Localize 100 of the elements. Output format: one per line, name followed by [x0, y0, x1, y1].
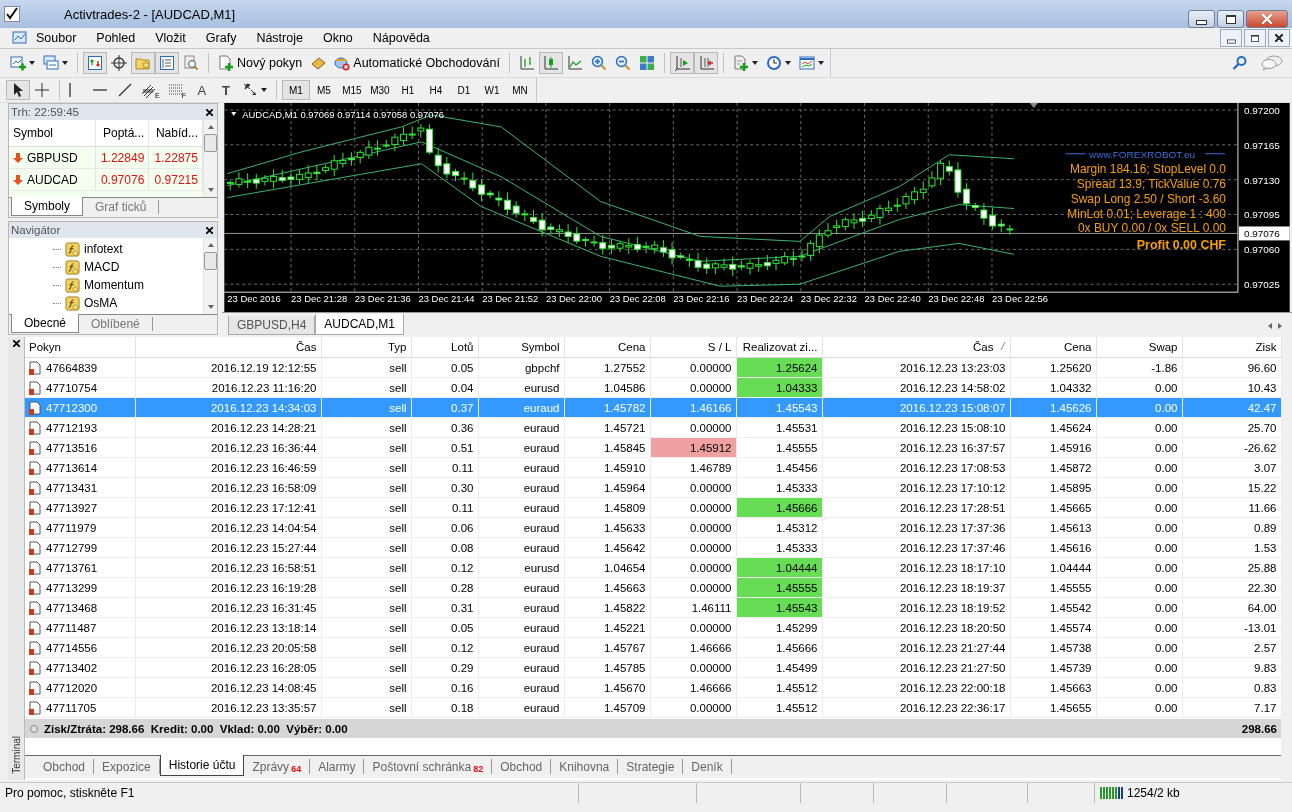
tab[interactable]: Obecné: [11, 314, 80, 333]
tab[interactable]: Strategie: [618, 759, 684, 774]
column-header[interactable]: Čas: [822, 337, 1010, 358]
menu-item[interactable]: Pohled: [85, 31, 145, 45]
table-cell: 96.60: [1182, 357, 1281, 378]
menu-item[interactable]: Nápověda: [361, 31, 439, 45]
table-row[interactable]: 47713299 2016.12.23 16:19:28 sell 0.28 euraud 1.45663 0.00000 1.45555 2016.12.23 18:19:37 1.45555 0.00 22.30: [25, 577, 1281, 598]
table-row[interactable]: 47712020 2016.12.23 14:08:45 sell 0.16 euraud 1.45670 1.46666 1.45512 2016.12.23 22:00:18 1.45663 0.00 0.83: [25, 677, 1281, 698]
chat-icon[interactable]: [1260, 55, 1284, 71]
table-cell: 1.45642: [564, 537, 650, 558]
column-header[interactable]: Swap: [1096, 337, 1182, 358]
tab[interactable]: Graf ticků: [83, 200, 160, 214]
chart-tab[interactable]: GBPUSD,H4: [228, 316, 316, 335]
column-header[interactable]: Symbol: [9, 120, 96, 146]
table-row[interactable]: 47713468 2016.12.23 16:31:45 sell 0.31 euraud 1.45822 1.46111 1.45543 2016.12.23 18:19:52 1.45542 0.00 64.00: [25, 597, 1281, 618]
column-header[interactable]: Cena: [564, 337, 650, 358]
toolbar-button[interactable]: Automatické Obchodování: [330, 52, 504, 74]
period-button[interactable]: W1: [477, 80, 506, 100]
text-tool-button[interactable]: A: [189, 80, 214, 100]
table-cell: 0.30: [411, 477, 478, 498]
column-header[interactable]: Nabíd...: [149, 120, 203, 146]
table-row[interactable]: 47711487 2016.12.23 13:18:14 sell 0.05 euraud 1.45221 0.00000 1.45299 2016.12.23 18:20:50 1.45574 0.00 -13.01: [25, 617, 1281, 638]
cursor-button[interactable]: [6, 80, 30, 100]
table-row[interactable]: 47711979 2016.12.23 14:04:54 sell 0.06 euraud 1.45633 0.00000 1.45312 2016.12.23 17:37:36 1.45613 0.00 0.89: [25, 517, 1281, 538]
menu-item[interactable]: Soubor: [28, 31, 86, 45]
period-button[interactable]: H1: [393, 80, 422, 100]
table-row[interactable]: 47713614 2016.12.23 16:46:59 sell 0.11 euraud 1.45910 1.46789 1.45456 2016.12.23 17:08:53 1.45872 0.00 3.07: [25, 457, 1281, 478]
table-row[interactable]: 47714556 2016.12.23 20:05:58 sell 0.12 euraud 1.45767 1.46666 1.45666 2016.12.23 21:27:44 1.45738 0.00 2.57: [25, 637, 1281, 658]
restore-button[interactable]: [1244, 29, 1266, 47]
tab[interactable]: Symboly: [11, 197, 83, 216]
column-header[interactable]: Pokyn: [25, 337, 135, 358]
column-header[interactable]: Realizovat zi...: [736, 337, 822, 358]
table-row[interactable]: 47711705 2016.12.23 13:35:57 sell 0.18 euraud 1.45709 0.00000 1.45512 2016.12.23 22:36:17 1.45655 0.00 7.17: [25, 697, 1281, 718]
table-row[interactable]: 47712193 2016.12.23 14:28:21 sell 0.36 euraud 1.45721 0.00000 1.45531 2016.12.23 15:08:10 1.45624 0.00 25.70: [25, 417, 1281, 438]
quotes-button[interactable]: [83, 52, 107, 74]
tree-item[interactable]: OsMA: [84, 296, 118, 310]
search-icon[interactable]: [1232, 55, 1248, 71]
table-cell: 2016.12.23 18:17:10: [822, 557, 1010, 578]
period-button[interactable]: M15: [337, 80, 366, 100]
chart-tab[interactable]: AUDCAD,M1: [315, 314, 405, 335]
table-row[interactable]: 47713402 2016.12.23 16:28:05 sell 0.29 euraud 1.45785 0.00000 1.45499 2016.12.23 21:27:50 1.45739 0.00 9.83: [25, 657, 1281, 678]
close-icon[interactable]: [206, 226, 213, 234]
tab[interactable]: Historie účtu: [159, 755, 245, 776]
panel-button[interactable]: [155, 52, 179, 74]
period-button[interactable]: M30: [365, 80, 394, 100]
period-button[interactable]: D1: [449, 80, 478, 100]
table-row[interactable]: 47713927 2016.12.23 17:12:41 sell 0.11 euraud 1.45809 0.00000 1.45666 2016.12.23 17:28:51 1.45665 0.00 11.66: [25, 497, 1281, 518]
tab[interactable]: Alarmy: [310, 759, 365, 774]
menu-item[interactable]: Grafy: [194, 31, 246, 45]
table-row[interactable]: 47712799 2016.12.23 15:27:44 sell 0.08 euraud 1.45642 0.00000 1.45333 2016.12.23 17:37:46 1.45616 0.00 1.53: [25, 537, 1281, 558]
tab[interactable]: Poštovní schránka 82: [364, 759, 493, 774]
period-button[interactable]: MN: [505, 80, 534, 100]
candlestick-button[interactable]: [538, 52, 563, 74]
period-button[interactable]: M5: [309, 80, 338, 100]
tree-item[interactable]: infotext: [84, 242, 123, 256]
menu-item[interactable]: Okno: [311, 31, 362, 45]
tree-item[interactable]: MACD: [84, 260, 120, 274]
folder-star-button[interactable]: [131, 52, 155, 74]
tab[interactable]: Zprávy 64: [244, 759, 311, 774]
tab-scroll-arrows-icon[interactable]: [1268, 323, 1282, 329]
tab[interactable]: Oblíbené: [79, 317, 153, 331]
minimize-button[interactable]: [1188, 10, 1215, 28]
autoscroll-button[interactable]: [669, 52, 694, 74]
close-button[interactable]: [1268, 29, 1290, 47]
table-row[interactable]: 47664839 2016.12.19 12:12:55 sell 0.05 gbpchf 1.27552 0.00000 1.25624 2016.12.23 13:23:03 1.25620 -1.86 96.60: [25, 357, 1281, 378]
table-row[interactable]: 47710754 2016.12.23 11:16:20 sell 0.04 eurusd 1.04586 0.00000 1.04333 2016.12.23 14:58:02 1.04332 0.00 10.43: [25, 377, 1281, 398]
tab[interactable]: Obchod: [35, 759, 95, 774]
shift-marker-icon[interactable]: [1029, 103, 1038, 108]
period-button[interactable]: H4: [421, 80, 450, 100]
table-row[interactable]: 47713431 2016.12.23 16:58:09 sell 0.30 euraud 1.45964 0.00000 1.45333 2016.12.23 17:10:12 1.45895 0.00 15.22: [25, 477, 1281, 498]
chart-panel[interactable]: [222, 103, 1292, 313]
scrollbar[interactable]: [203, 120, 217, 197]
column-header[interactable]: S / L: [650, 337, 736, 358]
tab[interactable]: Expozice: [94, 759, 160, 774]
scrollbar[interactable]: [203, 238, 217, 314]
tree-item[interactable]: Momentum: [84, 278, 145, 292]
connection-bars-icon: [1100, 787, 1124, 799]
chart-shift-button[interactable]: [693, 52, 718, 74]
column-header[interactable]: Zisk: [1182, 337, 1281, 358]
table-row[interactable]: 47713761 2016.12.23 16:58:51 sell 0.12 eurusd 1.04654 0.00000 1.04444 2016.12.23 18:17:10 1.04444 0.00 25.88: [25, 557, 1281, 578]
tab[interactable]: Obchod: [492, 759, 552, 774]
column-header[interactable]: Typ: [321, 337, 411, 358]
tab[interactable]: Deník: [683, 759, 732, 774]
tab[interactable]: Knihovna: [551, 759, 619, 774]
text-label-button[interactable]: T: [213, 80, 238, 100]
menu-item[interactable]: Vložit: [144, 31, 195, 45]
column-header[interactable]: Cena: [1010, 337, 1096, 358]
period-button[interactable]: M1: [281, 80, 310, 100]
close-icon[interactable]: [206, 108, 213, 116]
table-cell: eurusd: [478, 557, 564, 578]
close-icon[interactable]: [12, 340, 20, 347]
column-header[interactable]: Lotů: [411, 337, 478, 358]
column-header[interactable]: Symbol: [478, 337, 564, 358]
maximize-button[interactable]: [1217, 10, 1244, 28]
menu-item[interactable]: Nástroje: [245, 31, 312, 45]
column-header[interactable]: Čas: [135, 337, 321, 358]
dropdown-icon[interactable]: [231, 111, 237, 116]
table-row[interactable]: 47713516 2016.12.23 16:36:44 sell 0.51 euraud 1.45845 1.45912 1.45555 2016.12.23 16:37:57 1.45916 0.00 -26.62: [25, 437, 1281, 458]
column-header[interactable]: Poptá...: [95, 120, 150, 146]
toolbar-button[interactable]: Nový pokyn: [214, 52, 307, 74]
